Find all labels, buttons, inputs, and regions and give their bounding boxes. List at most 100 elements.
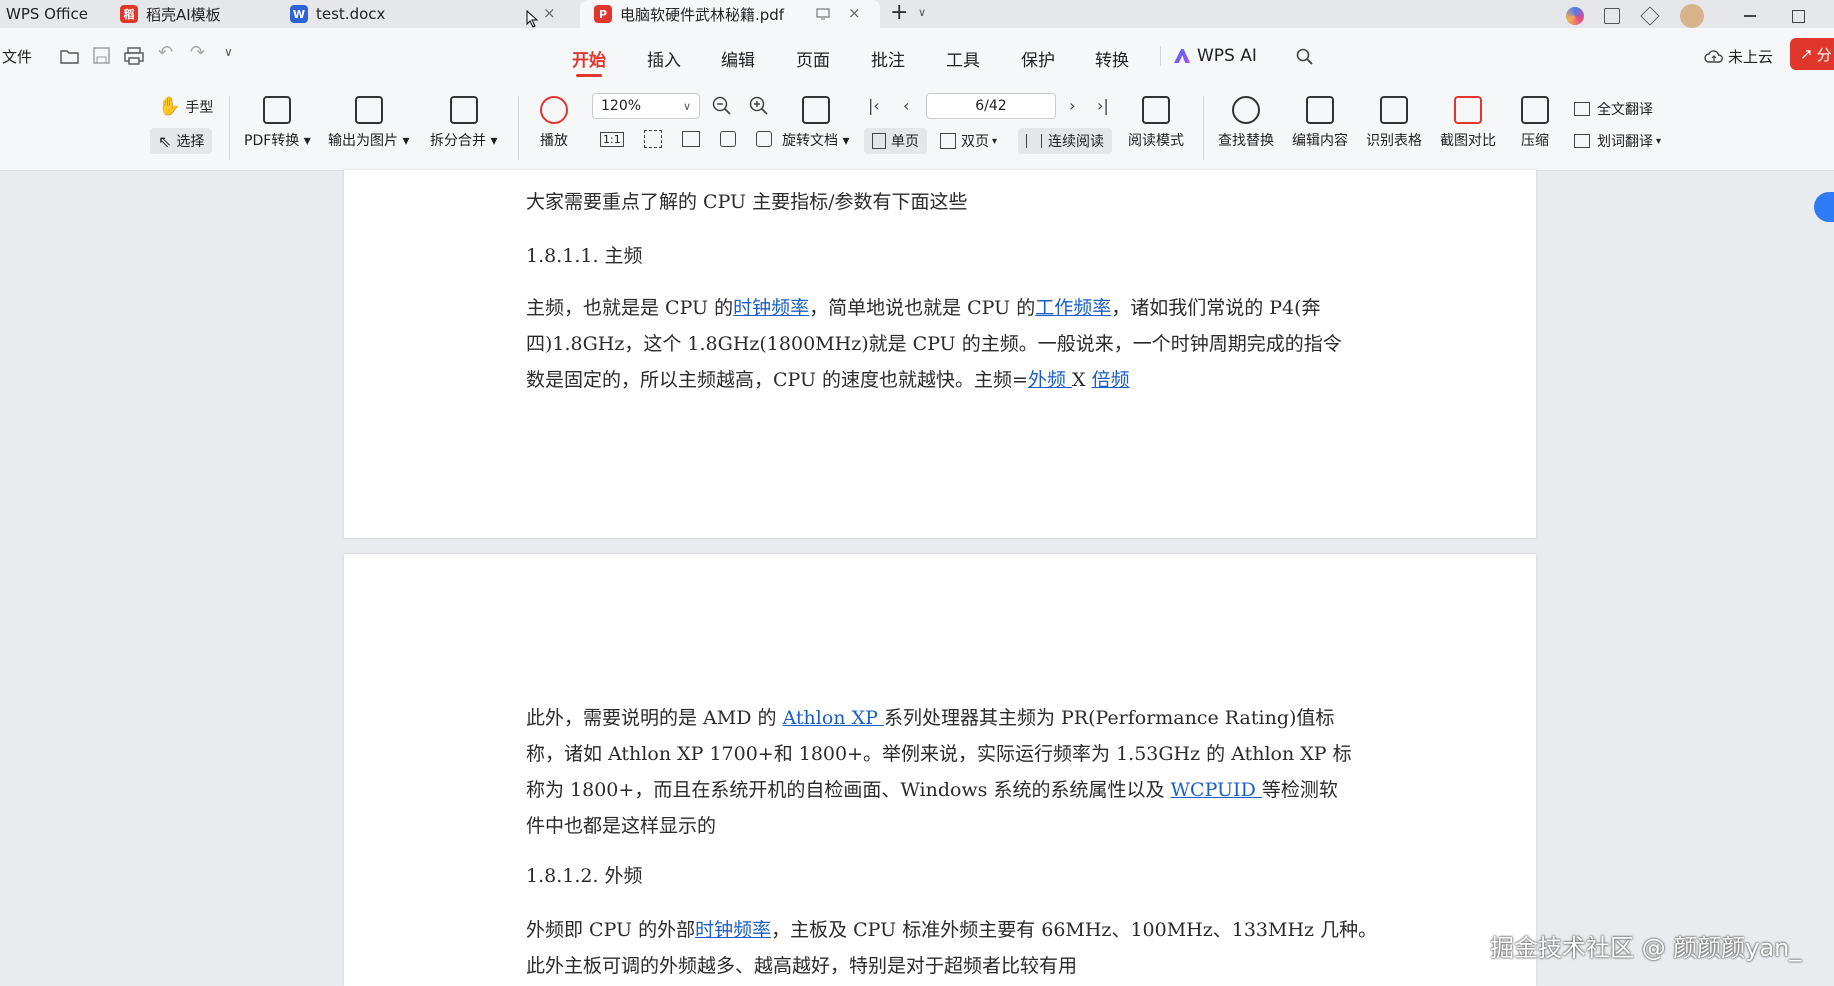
ribbon-toolbar: ✋ 手型 ⇖ 选择 PDF转换 ▾ 输出为图片 ▾ 拆分合并 ▾ 播放 120%…: [0, 82, 1834, 171]
link-clock-frequency[interactable]: 时钟频率: [733, 297, 809, 319]
full-translate-label: 全文翻译: [1597, 102, 1653, 118]
word-doc-icon: W: [290, 5, 308, 23]
continuous-reading-button[interactable]: 连续阅读: [1018, 128, 1112, 154]
quick-access-dropdown-icon[interactable]: ∨: [224, 45, 233, 59]
recognize-table-label: 识别表格: [1366, 133, 1422, 149]
menu-edit[interactable]: 编辑: [721, 46, 755, 71]
book-icon: [1142, 96, 1170, 124]
link-athlon-xp[interactable]: Athlon XP: [783, 707, 884, 729]
menu-protect[interactable]: 保护: [1021, 46, 1055, 71]
table-icon: [1380, 96, 1408, 124]
window-layout-icon[interactable]: [1604, 8, 1620, 24]
link-wcpuid[interactable]: WCPUID: [1171, 779, 1262, 801]
text-run: 件中也都是这样显示的: [526, 815, 717, 837]
word-translate-button[interactable]: 划词翻译 ▾: [1574, 131, 1661, 151]
recognize-table-button[interactable]: 识别表格: [1366, 96, 1422, 150]
screenshot-icon: [1454, 96, 1482, 124]
arrow-cursor-icon: ⇖: [158, 131, 172, 151]
find-replace-label: 查找替换: [1218, 133, 1274, 149]
menu-file[interactable]: 文件: [2, 46, 32, 67]
open-folder-icon[interactable]: [60, 48, 80, 64]
avatar[interactable]: [1680, 4, 1704, 28]
text-run: ，简单地说也就是 CPU 的: [809, 297, 1036, 319]
next-page-icon[interactable]: ›: [1069, 96, 1075, 115]
minimize-icon[interactable]: [1744, 15, 1756, 17]
tab-docer-ai-template[interactable]: 稻 稻壳AI模板: [120, 0, 221, 28]
last-page-icon[interactable]: ›|: [1097, 96, 1109, 115]
search-icon[interactable]: [1296, 48, 1314, 66]
screenshot-compare-button[interactable]: 截图对比: [1440, 96, 1496, 150]
close-pdf-tab-icon[interactable]: ×: [848, 4, 861, 22]
link-working-frequency[interactable]: 工作频率: [1035, 297, 1111, 319]
menu-separator: [1160, 46, 1161, 66]
menu-start[interactable]: 开始: [572, 46, 606, 71]
select-tool-button[interactable]: ⇖ 选择: [150, 128, 213, 154]
menu-wps-ai[interactable]: WPS AI: [1174, 46, 1257, 66]
split-merge-button[interactable]: 拆分合并 ▾: [430, 96, 497, 150]
rotate-left-icon[interactable]: [719, 131, 736, 147]
close-tab-icon[interactable]: ×: [543, 4, 556, 22]
save-icon[interactable]: [93, 47, 111, 65]
share-button[interactable]: ↗ 分: [1790, 38, 1834, 70]
read-mode-button[interactable]: 阅读模式: [1128, 96, 1184, 150]
wps-ai-icon: [1174, 49, 1190, 63]
full-translate-button[interactable]: 全文翻译: [1574, 99, 1653, 119]
link-clock-frequency[interactable]: 时钟频率: [695, 919, 771, 941]
compress-button[interactable]: 压缩: [1521, 96, 1549, 150]
actual-size-icon[interactable]: 1:1: [600, 131, 624, 147]
menu-convert[interactable]: 转换: [1095, 46, 1129, 71]
export-image-button[interactable]: 输出为图片 ▾: [328, 96, 409, 150]
fit-width-icon[interactable]: [681, 131, 700, 147]
translate-icon: [1574, 102, 1590, 116]
page-number-input[interactable]: 6/42: [926, 93, 1056, 119]
fit-page-icon[interactable]: [643, 130, 662, 148]
text-run: X: [1072, 369, 1092, 391]
tab-label: test.docx: [316, 5, 386, 23]
edit-content-button[interactable]: 编辑内容: [1292, 96, 1348, 150]
tab-list-dropdown-icon[interactable]: ∨: [918, 6, 926, 19]
play-button[interactable]: 播放: [540, 96, 568, 150]
wps-ai-assistant-icon[interactable]: [1566, 7, 1584, 25]
rotate-right-icon[interactable]: [755, 131, 772, 147]
text-run: 此外，需要说明的是 AMD 的: [526, 707, 783, 729]
menu-page[interactable]: 页面: [796, 46, 830, 71]
pdf-convert-button[interactable]: PDF转换 ▾: [244, 96, 311, 150]
find-replace-button[interactable]: 查找替换: [1218, 96, 1274, 150]
add-tab-icon[interactable]: +: [890, 0, 908, 25]
previous-page-icon[interactable]: ‹: [903, 96, 909, 115]
side-assistant-button[interactable]: [1814, 192, 1834, 222]
print-icon[interactable]: [124, 47, 144, 65]
hand-tool-button[interactable]: ✋ 手型: [158, 96, 213, 117]
monitor-icon[interactable]: [816, 8, 830, 20]
tab-test-docx[interactable]: W test.docx: [290, 0, 385, 28]
link-multiplier[interactable]: 倍频: [1092, 369, 1130, 391]
tab-pdf-document[interactable]: P 电脑软硬件武林秘籍.pdf: [580, 0, 880, 28]
pdf-convert-icon: [263, 96, 292, 124]
rotate-document-button[interactable]: 旋转文档 ▾: [782, 96, 849, 150]
title-right-controls: [1566, 4, 1805, 28]
zoom-value: 120%: [601, 98, 642, 114]
compress-label: 压缩: [1521, 133, 1549, 149]
undo-icon[interactable]: ↶: [158, 42, 173, 63]
menu-insert[interactable]: 插入: [647, 46, 681, 71]
menu-tools[interactable]: 工具: [946, 46, 980, 71]
cloud-status-button[interactable]: 未上云: [1704, 46, 1773, 67]
zoom-out-icon[interactable]: [712, 96, 732, 116]
text-run: 等检测软: [1261, 779, 1338, 801]
pdf-convert-label: PDF转换 ▾: [244, 133, 311, 149]
tab-wps-office[interactable]: WPS Office: [6, 0, 88, 28]
menu-comment[interactable]: 批注: [871, 46, 905, 71]
redo-icon[interactable]: ↷: [190, 42, 205, 63]
paragraph-athlon: 此外，需要说明的是 AMD 的 Athlon XP 系列处理器其主频为 PR(P…: [526, 700, 1352, 844]
paragraph: 大家需要重点了解的 CPU 主要指标/参数有下面这些: [526, 191, 968, 213]
zoom-in-icon[interactable]: [749, 96, 769, 116]
single-page-button[interactable]: 单页: [864, 128, 927, 154]
restore-icon[interactable]: [1792, 9, 1805, 23]
first-page-icon[interactable]: |‹: [868, 96, 880, 115]
edit-content-label: 编辑内容: [1292, 133, 1348, 149]
wps-ai-label: WPS AI: [1197, 46, 1257, 66]
double-page-button[interactable]: 双页 ▾: [940, 131, 997, 151]
zoom-select[interactable]: 120% ∨: [592, 93, 700, 119]
box-icon[interactable]: [1640, 6, 1660, 26]
link-external-frequency[interactable]: 外频: [1028, 369, 1072, 391]
